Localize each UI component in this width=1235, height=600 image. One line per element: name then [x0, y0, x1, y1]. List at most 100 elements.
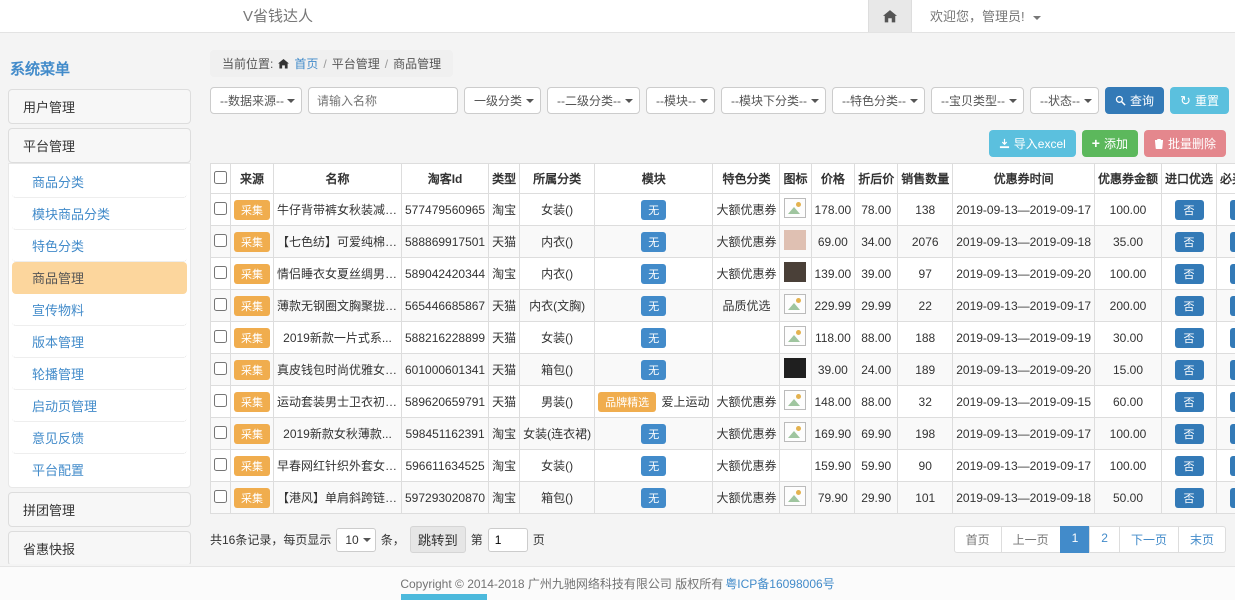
submenu-item[interactable]: 启动页管理: [12, 390, 187, 422]
icp-link[interactable]: 粤ICP备16098006号: [725, 575, 834, 592]
price: 39.00: [811, 354, 855, 386]
submenu-item[interactable]: 宣传物料: [12, 294, 187, 326]
row-checkbox[interactable]: [214, 490, 227, 503]
must-buy-toggle[interactable]: 否: [1230, 296, 1235, 316]
status-select[interactable]: --状态--: [1030, 87, 1099, 114]
coupon-time: 2019-09-13—2019-09-18: [953, 482, 1095, 514]
sidebar-item-label: 拼团管理: [23, 503, 75, 518]
must-buy-toggle[interactable]: 否: [1230, 264, 1235, 284]
submenu-item[interactable]: 模块商品分类: [12, 198, 187, 230]
must-buy-toggle[interactable]: 否: [1230, 360, 1235, 380]
per-page-value: 10: [345, 533, 358, 547]
must-buy-toggle[interactable]: 否: [1230, 392, 1235, 412]
discount-price: 88.00: [855, 386, 898, 418]
import-select-toggle[interactable]: 否: [1175, 264, 1204, 284]
category2-select[interactable]: --二级分类--: [547, 87, 640, 114]
goods-thumbnail: [784, 422, 806, 442]
must-buy-toggle[interactable]: 否: [1230, 232, 1235, 252]
must-buy-toggle[interactable]: 否: [1230, 488, 1235, 508]
goods-category: 内衣(文胸): [520, 290, 595, 322]
search-button[interactable]: 查询: [1105, 87, 1164, 114]
row-checkbox[interactable]: [214, 330, 227, 343]
column-header: 名称: [274, 164, 402, 194]
must-buy-toggle[interactable]: 否: [1230, 328, 1235, 348]
import-select-toggle[interactable]: 否: [1175, 392, 1204, 412]
pager-item[interactable]: 2: [1089, 526, 1120, 553]
sidebar-item[interactable]: 拼团管理: [8, 492, 191, 527]
module-select[interactable]: --模块--: [646, 87, 715, 114]
coupon-time: 2019-09-13—2019-09-17: [953, 290, 1095, 322]
row-checkbox[interactable]: [214, 394, 227, 407]
import-select-toggle[interactable]: 否: [1175, 232, 1204, 252]
must-buy-toggle[interactable]: 否: [1230, 456, 1235, 476]
sidebar-item-user-management[interactable]: 用户管理: [8, 89, 191, 124]
import-select-toggle[interactable]: 否: [1175, 200, 1204, 220]
coupon-amount: 100.00: [1095, 450, 1162, 482]
pager-item[interactable]: 末页: [1178, 526, 1226, 553]
pager-item[interactable]: 下一页: [1119, 526, 1179, 553]
sales-count: 97: [898, 258, 953, 290]
sidebar-item[interactable]: 省惠快报: [8, 531, 191, 564]
jump-button[interactable]: 跳转到: [410, 526, 466, 553]
reset-button[interactable]: 重置: [1170, 87, 1229, 114]
row-checkbox[interactable]: [214, 234, 227, 247]
import-select-toggle[interactable]: 否: [1175, 296, 1204, 316]
submenu-item[interactable]: 平台配置: [12, 454, 187, 485]
pager-item[interactable]: 1: [1060, 526, 1091, 553]
page-info: 共16条记录，每页显示 10 条， 跳转到 第 页: [210, 526, 545, 553]
row-checkbox[interactable]: [214, 202, 227, 215]
row-checkbox[interactable]: [214, 266, 227, 279]
row-checkbox[interactable]: [214, 298, 227, 311]
row-checkbox[interactable]: [214, 426, 227, 439]
import-select-toggle[interactable]: 否: [1175, 360, 1204, 380]
submenu-item[interactable]: 版本管理: [12, 326, 187, 358]
data-source-select[interactable]: --数据来源--: [210, 87, 302, 114]
goods-category: 女装(): [520, 322, 595, 354]
goods-category: 箱包(): [520, 354, 595, 386]
goods-type: 淘宝: [489, 418, 520, 450]
import-select-toggle[interactable]: 否: [1175, 456, 1204, 476]
jump-post-text: 页: [533, 531, 545, 548]
category1-select[interactable]: 一级分类: [464, 87, 541, 114]
goods-category: 男装(): [520, 386, 595, 418]
import-excel-button[interactable]: 导入excel: [989, 130, 1076, 157]
coupon-time: 2019-09-13—2019-09-20: [953, 258, 1095, 290]
submenu-item-label: 商品管理: [32, 271, 84, 286]
goods-type: 天猫: [489, 354, 520, 386]
module-badge: 无: [641, 488, 666, 508]
page-number-input[interactable]: [488, 528, 528, 552]
must-buy-toggle[interactable]: 否: [1230, 424, 1235, 444]
discount-price: 88.00: [855, 322, 898, 354]
module-text: 爱上运动: [661, 395, 709, 409]
import-select-toggle[interactable]: 否: [1175, 424, 1204, 444]
per-page-select[interactable]: 10: [336, 528, 375, 552]
goods-thumbnail: [784, 230, 806, 250]
add-button[interactable]: 添加: [1082, 130, 1138, 157]
row-checkbox[interactable]: [214, 362, 227, 375]
import-select-toggle[interactable]: 否: [1175, 488, 1204, 508]
discount-price: 29.99: [855, 290, 898, 322]
batch-delete-button[interactable]: 批量删除: [1144, 130, 1226, 157]
must-buy-toggle[interactable]: 否: [1230, 200, 1235, 220]
home-button[interactable]: [868, 0, 912, 32]
row-checkbox[interactable]: [214, 458, 227, 471]
submenu-item[interactable]: 轮播管理: [12, 358, 187, 390]
special-category-select[interactable]: --特色分类--: [832, 87, 925, 114]
submenu-item[interactable]: 商品分类: [12, 166, 187, 198]
name-search-input[interactable]: [308, 87, 458, 114]
pager-item[interactable]: 首页: [954, 526, 1002, 553]
module-sub-select[interactable]: --模块下分类--: [721, 87, 826, 114]
submenu-item[interactable]: 商品管理: [12, 262, 187, 294]
select-all-checkbox[interactable]: [214, 171, 227, 184]
goods-thumbnail: [784, 486, 806, 506]
submenu-item[interactable]: 意见反馈: [12, 422, 187, 454]
breadcrumb-home-link[interactable]: 首页: [294, 55, 318, 72]
goods-type: 淘宝: [489, 450, 520, 482]
user-menu[interactable]: 欢迎您，管理员!: [930, 0, 1041, 33]
submenu-item[interactable]: 特色分类: [12, 230, 187, 262]
import-select-toggle[interactable]: 否: [1175, 328, 1204, 348]
pager-item[interactable]: 上一页: [1001, 526, 1061, 553]
column-header: 销售数量: [898, 164, 953, 194]
item-type-select[interactable]: --宝贝类型--: [931, 87, 1024, 114]
sidebar-item-platform-management[interactable]: 平台管理: [8, 128, 191, 163]
